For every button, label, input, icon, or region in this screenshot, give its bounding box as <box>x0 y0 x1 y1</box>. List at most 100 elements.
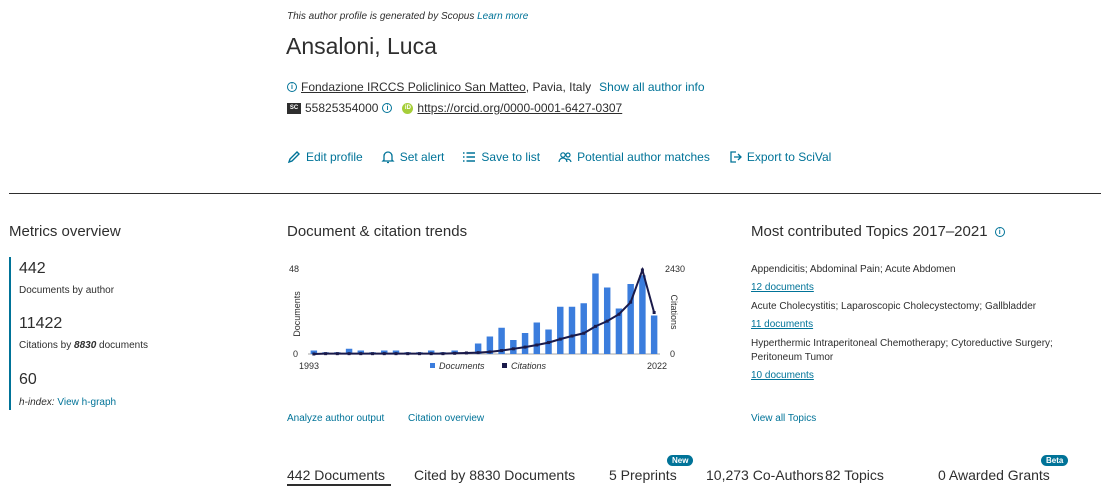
people-icon <box>558 152 572 163</box>
citations-point <box>488 350 492 354</box>
h-index-value: 60 <box>19 371 37 388</box>
topics-info-icon[interactable]: i <box>994 227 1005 238</box>
tab-co-authors[interactable]: 10,273 Co-Authors <box>706 467 824 483</box>
scopus-id-info-icon[interactable]: i <box>382 103 393 113</box>
documents-bar <box>650 315 658 354</box>
orcid-link[interactable]: https://orcid.org/0000-0001-6427-0307 <box>417 101 622 115</box>
edit-profile-label: Edit profile <box>306 150 363 164</box>
legend-citations-label: Citations <box>511 361 547 371</box>
set-alert-label: Set alert <box>399 150 445 164</box>
citations-label-prefix: Citations by <box>19 340 75 351</box>
documents-bar <box>580 303 587 354</box>
documents-bar <box>592 273 599 354</box>
profile-disclaimer: This author profile is generated by Scop… <box>287 11 528 22</box>
citations-point <box>347 352 351 356</box>
citations-point <box>312 352 316 356</box>
documents-bar <box>639 275 646 354</box>
tab-cited-by[interactable]: Cited by 8830 Documents <box>414 467 575 483</box>
citations-point <box>582 331 586 335</box>
tab-topics[interactable]: 82 Topics <box>825 467 884 483</box>
export-to-scival-label: Export to SciVal <box>746 150 832 164</box>
export-to-scival-button[interactable]: Export to SciVal <box>728 150 831 164</box>
learn-more-link[interactable]: Learn more <box>477 11 528 22</box>
citations-point <box>371 352 375 356</box>
right-tick-min: 0 <box>670 349 675 359</box>
tab-documents[interactable]: 442 Documents <box>287 467 385 483</box>
section-divider <box>9 193 1101 194</box>
left-tick-max: 48 <box>289 264 299 274</box>
legend-citations-swatch <box>502 363 507 368</box>
citations-point <box>523 345 527 349</box>
y-axis-right-label: Citations <box>669 294 679 330</box>
affiliation-link[interactable]: Fondazione IRCCS Policlinico San Matteo <box>301 80 526 94</box>
citations-point <box>547 341 551 345</box>
analyze-author-output-link[interactable]: Analyze author output <box>287 413 384 424</box>
citations-point <box>500 349 504 353</box>
citations-point <box>570 334 574 338</box>
citation-overview-link[interactable]: Citation overview <box>408 413 484 424</box>
citations-point <box>558 337 562 341</box>
save-to-list-button[interactable]: Save to list <box>462 150 540 164</box>
citations-label: Citations by 8830 documents <box>19 340 148 351</box>
beta-badge: Beta <box>1041 455 1069 466</box>
tab-awarded-grants[interactable]: 0 Awarded Grants <box>938 467 1050 483</box>
citations-point <box>335 352 339 356</box>
topic-documents-link[interactable]: 12 documents <box>751 282 814 293</box>
identifiers-row: SC 55825354000 i iD https://orcid.org/00… <box>287 101 622 115</box>
legend-documents-label: Documents <box>439 361 485 371</box>
citations-point <box>429 352 433 356</box>
disclaimer-text: This author profile is generated by Scop… <box>287 11 475 22</box>
citations-point <box>476 351 480 355</box>
citations-label-suffix: documents <box>96 340 148 351</box>
y-axis-left-label: Documents <box>292 291 302 337</box>
potential-author-matches-label: Potential author matches <box>577 150 710 164</box>
profile-tabs: 442 Documents Cited by 8830 Documents 5 … <box>287 467 1087 486</box>
h-index-label: h-index: View h-graph <box>19 397 116 408</box>
citations-point <box>394 352 398 356</box>
author-name: Ansaloni, Luca <box>286 33 437 59</box>
left-tick-min: 0 <box>293 349 298 359</box>
citations-point <box>640 268 644 272</box>
pencil-icon <box>287 151 300 164</box>
citations-point <box>324 352 328 356</box>
citations-point <box>605 319 609 323</box>
legend-documents-swatch <box>430 363 435 368</box>
topic-documents-link[interactable]: 10 documents <box>751 370 814 381</box>
trends-title: Document & citation trends <box>287 223 468 240</box>
topic-name: Hyperthermic Intraperitoneal Chemotherap… <box>751 338 1053 363</box>
show-all-author-info-link[interactable]: Show all author info <box>599 80 704 94</box>
metrics-accent-bar <box>9 257 11 410</box>
citations-documents-count: 8830 <box>74 340 97 351</box>
topic-item: Hyperthermic Intraperitoneal Chemotherap… <box>751 337 1071 383</box>
documents-bar <box>568 306 576 354</box>
set-alert-button[interactable]: Set alert <box>381 150 445 164</box>
topic-name: Acute Cholecystitis; Laparoscopic Cholec… <box>751 301 1037 312</box>
metrics-overview-title: Metrics overview <box>9 223 121 240</box>
potential-author-matches-button[interactable]: Potential author matches <box>558 150 710 164</box>
topic-documents-link[interactable]: 11 documents <box>751 319 813 330</box>
scopus-id: 55825354000 <box>305 101 379 115</box>
tab-preprints[interactable]: 5 Preprints <box>609 467 677 483</box>
view-h-graph-link[interactable]: View h-graph <box>57 397 116 408</box>
citations-point <box>382 352 386 356</box>
profile-actions: Edit profile Set alert Save to list Pote… <box>287 150 849 164</box>
scopus-id-icon: SC <box>287 102 301 114</box>
info-icon[interactable]: i <box>287 82 297 92</box>
x-tick-end: 2022 <box>647 361 667 371</box>
citations-point <box>417 352 421 356</box>
bell-icon <box>381 151 395 164</box>
citations-line <box>313 266 656 355</box>
topic-item: Acute Cholecystitis; Laparoscopic Cholec… <box>751 300 1081 332</box>
trend-chart[interactable]: 48 0 2430 0 Documents Citations 1993 2022 Docume… <box>285 258 695 380</box>
documents-bar <box>521 333 529 354</box>
right-tick-max: 2430 <box>665 264 685 274</box>
affiliation-location: , Pavia, Italy <box>525 80 592 94</box>
documents-count: 442 <box>19 260 46 277</box>
affiliation-row: i Fondazione IRCCS Policlinico San Matte… <box>287 80 705 94</box>
h-index-label-text: h-index: <box>19 397 55 408</box>
view-all-topics-link[interactable]: View all Topics <box>751 413 816 424</box>
edit-profile-button[interactable]: Edit profile <box>287 150 363 164</box>
documents-bar <box>557 306 564 354</box>
citations-point <box>441 352 445 356</box>
topics-title-text: Most contributed Topics 2017–2021 <box>751 223 988 240</box>
